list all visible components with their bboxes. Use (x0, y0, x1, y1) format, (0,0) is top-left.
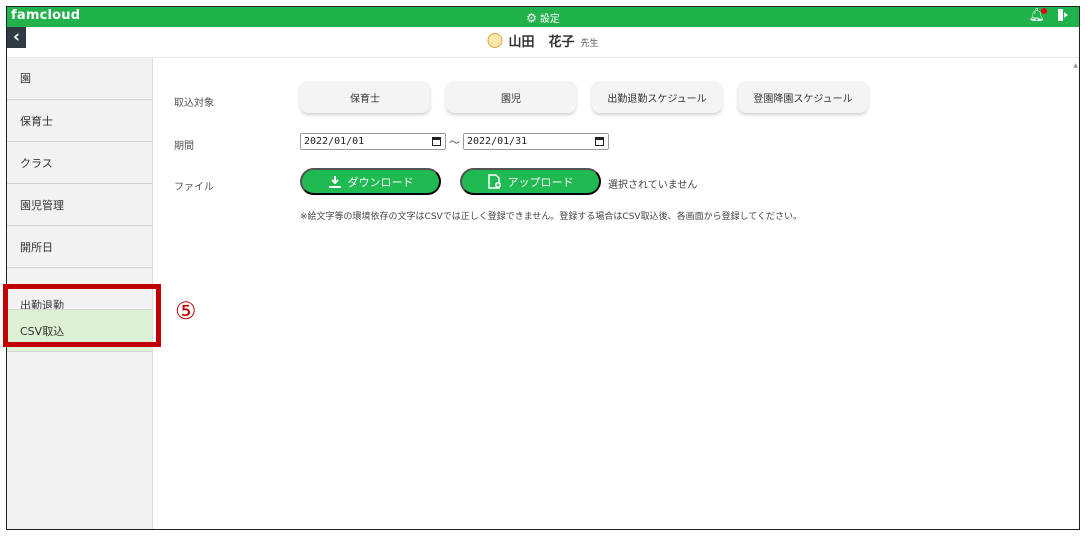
csv-note: ※絵文字等の環境依存の文字はCSVでは正しく登録できません。登録する場合はCSV… (300, 212, 803, 222)
user-first-name: 花子 (548, 35, 575, 50)
scrollbar[interactable]: ▲ (1071, 58, 1079, 529)
settings-label: 設定 (539, 14, 560, 25)
sidebar-item-label: 開所日 (20, 240, 53, 254)
top-bar: famcloud ⚙ 設定 🔔︎ (7, 7, 1079, 27)
step-marker: ⑤ (175, 297, 197, 325)
file-status: 選択されていません (608, 180, 698, 191)
avatar (487, 33, 503, 48)
logout-icon[interactable] (1058, 9, 1069, 24)
user-honorific: 先生 (580, 39, 599, 49)
target-children-button[interactable]: 園児 (446, 81, 576, 113)
sidebar-item-open-days[interactable]: 開所日 (7, 226, 152, 268)
target-label: 取込対象 (174, 98, 214, 109)
upload-button[interactable]: アップロード (460, 168, 601, 195)
target-pickup-schedule-button[interactable]: 登園降園スケジュール (738, 81, 868, 113)
sidebar-item-children[interactable]: 園児管理 (7, 184, 152, 226)
back-button[interactable]: ‹ (7, 27, 26, 48)
app-frame: famcloud ⚙ 設定 🔔︎ ‹ 山田 花子 先生 園 保育士 クラス 園児… (6, 6, 1080, 530)
sidebar-item-label: クラス (20, 156, 53, 170)
period-label: 期間 (174, 141, 194, 152)
file-label: ファイル (174, 182, 214, 193)
sidebar-item-label: 園児管理 (20, 198, 64, 212)
target-teachers-button[interactable]: 保育士 (300, 81, 430, 113)
sidebar-item-teachers[interactable]: 保育士 (7, 100, 152, 142)
gear-icon: ⚙ (526, 10, 537, 25)
main-content: ▲ 取込対象 保育士 園児 出勤退勤スケジュール 登園降園スケジュール 期間 2… (154, 58, 1079, 529)
download-icon (328, 175, 342, 189)
notification-dot (1041, 8, 1047, 14)
notification-bell-icon[interactable]: 🔔︎ (1028, 8, 1047, 23)
sidebar-item-classes[interactable]: クラス (7, 142, 152, 184)
chevron-left-icon: ‹ (12, 27, 20, 47)
target-attendance-schedule-button[interactable]: 出勤退勤スケジュール (592, 81, 722, 113)
download-label: ダウンロード (347, 175, 414, 189)
upload-label: アップロード (507, 175, 574, 189)
date-from-value: 2022/01/01 (304, 136, 365, 147)
current-user: 山田 花子 先生 (487, 31, 599, 50)
user-last-name: 山田 (508, 35, 535, 50)
date-from-input[interactable]: 2022/01/01 (300, 133, 446, 150)
settings-link[interactable]: ⚙ 設定 (526, 10, 560, 26)
download-button[interactable]: ダウンロード (300, 168, 441, 195)
sidebar-item-label: 保育士 (20, 114, 53, 128)
date-to-value: 2022/01/31 (467, 136, 528, 147)
file-upload-icon (487, 174, 502, 189)
brand-logo: famcloud (11, 8, 81, 23)
calendar-icon[interactable] (432, 137, 441, 146)
date-separator: ～ (449, 136, 460, 149)
sidebar-item-en[interactable]: 園 (7, 58, 152, 100)
calendar-icon[interactable] (595, 137, 604, 146)
date-to-input[interactable]: 2022/01/31 (463, 133, 609, 150)
sidebar-item-label: 園 (20, 72, 31, 85)
scroll-up-icon: ▲ (1073, 62, 1078, 69)
sub-header: ‹ 山田 花子 先生 (7, 27, 1079, 58)
highlight-box (3, 284, 161, 347)
